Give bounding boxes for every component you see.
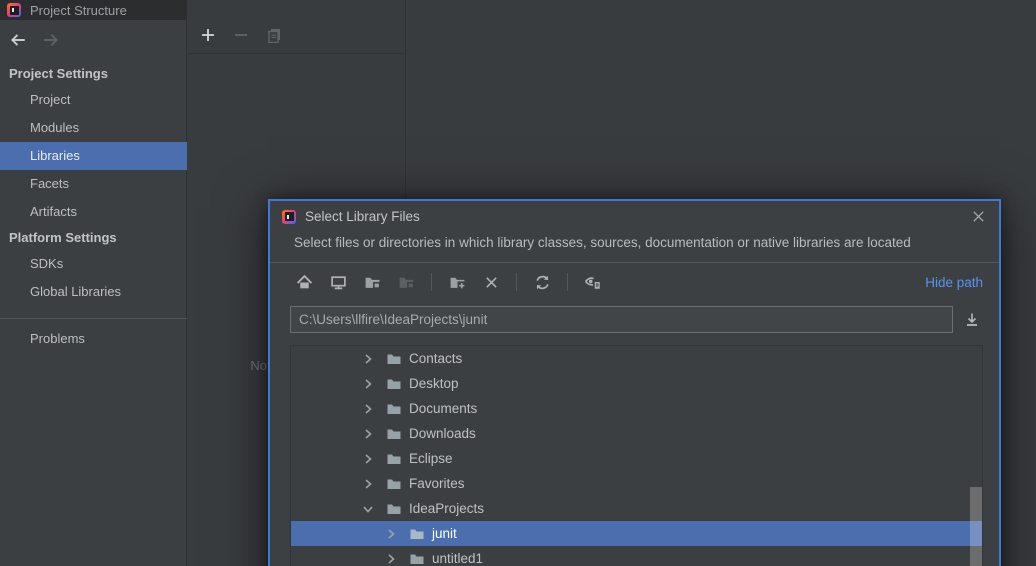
window-titlebar: Project Structure (0, 0, 187, 20)
file-tree: Contacts Desktop Documents Downloads Eclipse… (290, 345, 983, 566)
chevron-right-icon[interactable] (360, 451, 376, 467)
project-directory-icon[interactable] (360, 270, 384, 294)
dialog-subtitle: Select files or directories in which lib… (270, 232, 999, 263)
folder-icon (409, 526, 425, 542)
chevron-right-icon[interactable] (360, 376, 376, 392)
tree-scrollbar-thumb[interactable] (970, 487, 982, 566)
sidebar-item-artifacts[interactable]: Artifacts (0, 198, 187, 226)
chevron-right-icon[interactable] (360, 426, 376, 442)
toolbar-separator (516, 273, 517, 291)
show-hidden-files-icon[interactable] (581, 270, 605, 294)
sidebar-item-project[interactable]: Project (0, 86, 187, 114)
sidebar-header-project-settings: Project Settings (9, 66, 108, 81)
sidebar-item-modules[interactable]: Modules (0, 114, 187, 142)
dialog-title: Select Library Files (305, 209, 420, 224)
settings-nav-menu: Project Settings Project Modules Libraries F… (0, 62, 187, 353)
tree-item-label: Desktop (409, 376, 459, 391)
tree-item-junit[interactable]: junit (291, 521, 982, 546)
tree-item-ideaprojects[interactable]: IdeaProjects (291, 496, 982, 521)
tree-item-contacts[interactable]: Contacts (291, 346, 982, 371)
tree-item-downloads[interactable]: Downloads (291, 421, 982, 446)
back-icon[interactable] (8, 30, 28, 50)
tree-item-documents[interactable]: Documents (291, 396, 982, 421)
select-library-files-dialog: Select Library Files Select files or dir… (268, 199, 1001, 566)
home-icon[interactable] (292, 270, 316, 294)
sidebar-item-sdks[interactable]: SDKs (0, 250, 187, 278)
folder-icon (386, 351, 402, 367)
libraries-toolbar (188, 0, 405, 54)
tree-item-label: untitled1 (432, 551, 484, 566)
sidebar-item-problems[interactable]: Problems (0, 325, 187, 353)
tree-item-label: Contacts (409, 351, 463, 366)
path-input[interactable] (290, 306, 953, 333)
tree-item-label: IdeaProjects (409, 501, 485, 516)
dialog-titlebar: Select Library Files (270, 201, 999, 232)
tree-item-label: Downloads (409, 426, 476, 441)
chevron-right-icon[interactable] (360, 401, 376, 417)
delete-icon[interactable] (479, 270, 503, 294)
intellij-dialog-icon (282, 209, 296, 224)
file-chooser-toolbar: Hide path (270, 263, 999, 301)
project-structure-sidebar: Project Structure Project Settings Projec… (0, 0, 187, 566)
chevron-right-icon[interactable] (360, 476, 376, 492)
folder-icon (386, 401, 402, 417)
tree-item-eclipse[interactable]: Eclipse (291, 446, 982, 471)
folder-icon (386, 476, 402, 492)
tree-item-untitled1[interactable]: untitled1 (291, 546, 982, 566)
intellij-app-icon (7, 3, 21, 17)
module-directory-icon[interactable] (394, 270, 418, 294)
close-icon[interactable] (969, 208, 987, 226)
tree-item-label: Documents (409, 401, 478, 416)
chevron-right-icon[interactable] (360, 351, 376, 367)
desktop-icon[interactable] (326, 270, 350, 294)
window-title: Project Structure (30, 2, 127, 18)
chevron-right-icon[interactable] (383, 526, 399, 542)
chevron-down-icon[interactable] (360, 501, 376, 517)
sidebar-item-facets[interactable]: Facets (0, 170, 187, 198)
toolbar-separator (431, 273, 432, 291)
sidebar-header-platform-settings: Platform Settings (9, 230, 117, 245)
path-row (270, 301, 999, 342)
sidebar-separator (0, 318, 187, 319)
chevron-right-icon[interactable] (383, 551, 399, 566)
folder-icon (386, 376, 402, 392)
new-folder-icon[interactable] (445, 270, 469, 294)
sidebar-item-libraries[interactable]: Libraries (0, 142, 187, 170)
folder-icon (386, 451, 402, 467)
tree-item-label: Favorites (409, 476, 465, 491)
tree-item-desktop[interactable]: Desktop (291, 371, 982, 396)
toolbar-separator (567, 273, 568, 291)
sidebar-item-global-libraries[interactable]: Global Libraries (0, 278, 187, 306)
folder-icon (386, 426, 402, 442)
remove-icon[interactable] (231, 25, 251, 45)
forward-icon[interactable] (41, 30, 61, 50)
folder-icon (386, 501, 402, 517)
add-icon[interactable] (198, 25, 218, 45)
folder-icon (409, 551, 425, 566)
tree-item-label: Eclipse (409, 451, 453, 466)
copy-icon[interactable] (264, 25, 284, 45)
hide-path-link[interactable]: Hide path (925, 275, 999, 290)
tree-item-label: junit (432, 526, 457, 541)
refresh-icon[interactable] (530, 270, 554, 294)
tree-item-favorites[interactable]: Favorites (291, 471, 982, 496)
collapse-to-path-icon[interactable] (959, 308, 985, 332)
